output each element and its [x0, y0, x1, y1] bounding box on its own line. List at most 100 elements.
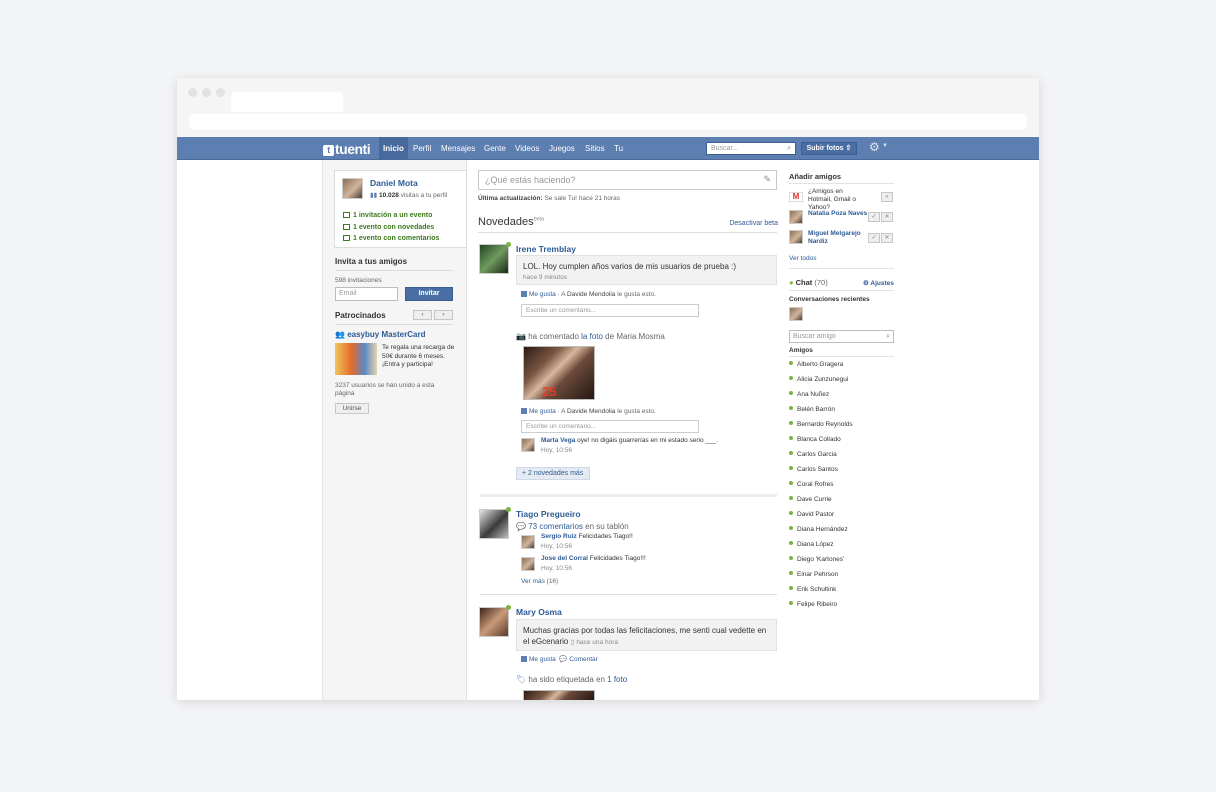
gear-icon[interactable]: ⚙: [869, 140, 880, 154]
friend-item[interactable]: Belén Barrón: [789, 406, 835, 413]
close-icon[interactable]: ✕: [881, 212, 893, 222]
like-button[interactable]: Me gusta: [529, 291, 556, 298]
friend-item[interactable]: Diana López: [789, 541, 834, 548]
accept-icon[interactable]: ✓: [868, 212, 880, 222]
nav-sitios[interactable]: Sitios: [581, 137, 609, 160]
minimize-dot[interactable]: [202, 88, 211, 97]
post-author[interactable]: Mary Osma: [516, 607, 562, 617]
comment-button[interactable]: Comentar: [569, 656, 598, 663]
friend-item[interactable]: Diego 'Kartones': [789, 556, 844, 563]
event-news[interactable]: 1 evento con novedades: [343, 224, 434, 231]
avatar[interactable]: [521, 438, 535, 452]
friend-item[interactable]: Dave Currie: [789, 496, 832, 503]
prev-button[interactable]: ‹: [413, 310, 432, 320]
avatar[interactable]: [342, 178, 363, 199]
browser-chrome: [177, 78, 1039, 137]
search-input[interactable]: Buscar... ⌕: [706, 142, 796, 155]
nav-juegos[interactable]: Juegos: [545, 137, 579, 160]
nav-tu[interactable]: Tu: [610, 137, 627, 160]
tag-icon: 🏷: [516, 675, 527, 684]
friend-item[interactable]: Carlos Santos: [789, 466, 838, 473]
event-comments[interactable]: 1 evento con comentarios: [343, 235, 439, 242]
nav-inicio[interactable]: Inicio: [379, 137, 408, 160]
deactivate-beta-link[interactable]: Desactivar beta: [729, 220, 778, 227]
search-friend-input[interactable]: Buscar amigo ⌕: [789, 330, 894, 343]
ad-text: Te regala una recarga de 50€ durante 6 m…: [382, 344, 455, 368]
chevron-down-icon[interactable]: ▼: [882, 143, 888, 149]
see-more-link[interactable]: Ver más (16): [521, 578, 558, 585]
avatar[interactable]: [479, 607, 509, 637]
profile-name[interactable]: Daniel Mota: [370, 178, 418, 188]
upload-photos-button[interactable]: Subir fotos ⇧: [801, 142, 857, 155]
friend-item[interactable]: Ana Nuñez: [789, 391, 829, 398]
close-dot[interactable]: [188, 88, 197, 97]
avatar[interactable]: [789, 210, 803, 224]
online-icon: [506, 605, 511, 610]
calendar-icon: [343, 224, 350, 230]
avatar[interactable]: [521, 557, 535, 571]
camera-icon: 📷: [516, 332, 526, 341]
online-icon: [506, 242, 511, 247]
reply-author[interactable]: Marta Vega: [541, 437, 575, 444]
like-button[interactable]: Me gusta: [529, 408, 556, 415]
comments-link[interactable]: 73 comentarios: [528, 522, 583, 531]
address-bar[interactable]: [189, 114, 1027, 130]
ad-image[interactable]: [335, 343, 377, 375]
friend-item[interactable]: Diana Hernández: [789, 526, 848, 533]
nav-gente[interactable]: Gente: [480, 137, 510, 160]
avatar[interactable]: [521, 535, 535, 549]
post-author[interactable]: Irene Tremblay: [516, 244, 576, 254]
search-icon[interactable]: ⌕: [787, 143, 791, 154]
friend-item[interactable]: Bernardo Reynolds: [789, 421, 853, 428]
friend-item[interactable]: Erik Schultink: [789, 586, 836, 593]
friend-item[interactable]: Alberto Gragera: [789, 361, 843, 368]
comment-icon: 💬: [559, 656, 568, 663]
invite-button[interactable]: Invitar: [405, 287, 453, 301]
post-photo[interactable]: 25: [523, 346, 595, 400]
browser-tab[interactable]: [231, 92, 343, 112]
close-icon[interactable]: ✕: [881, 233, 893, 243]
nav-perfil[interactable]: Perfil: [409, 137, 435, 160]
post-content: Muchas gracias por todas las felicitacio…: [516, 619, 777, 651]
like-button[interactable]: Me gusta: [529, 656, 556, 663]
chat-settings-link[interactable]: ⚙ Ajustes: [863, 279, 894, 287]
avatar[interactable]: [479, 244, 509, 274]
email-field[interactable]: Email: [335, 287, 398, 301]
pencil-icon[interactable]: ✎: [763, 174, 771, 185]
ad-title[interactable]: 👥 easybuy MasterCard: [335, 330, 425, 339]
accept-icon[interactable]: ✓: [868, 233, 880, 243]
friend-item[interactable]: Felipe Ribeiro: [789, 601, 837, 608]
more-news-button[interactable]: + 2 novedades más: [516, 467, 590, 480]
status-input[interactable]: ¿Qué estás haciendo? ✎: [478, 170, 777, 190]
ad-joined: 3237 usuarios se han unido a esta página: [335, 382, 435, 397]
avatar[interactable]: [789, 230, 803, 244]
next-button[interactable]: ›: [434, 310, 453, 320]
join-button[interactable]: Unirse: [335, 403, 369, 414]
event-invitation[interactable]: 1 invitación a un evento: [343, 212, 432, 219]
nav-mensajes[interactable]: Mensajes: [437, 137, 479, 160]
tuenti-logo[interactable]: t tuenti: [323, 141, 371, 157]
chat-title[interactable]: ● Chat (70): [789, 278, 828, 287]
avatar[interactable]: [479, 509, 509, 539]
friend-item[interactable]: Einar Pehrson: [789, 571, 838, 578]
see-all-link[interactable]: Ver todos: [789, 255, 816, 262]
friend-item[interactable]: Alicia Zunzunegui: [789, 376, 848, 383]
friend-item[interactable]: Carlos Garcia: [789, 451, 837, 458]
search-icon[interactable]: ⌕: [881, 192, 893, 202]
post-author[interactable]: Tiago Pregueiro: [516, 509, 581, 519]
friend-item[interactable]: Coral Rofres: [789, 481, 833, 488]
comment-input[interactable]: Escribe un comentario...: [521, 304, 699, 317]
post-content: LOL. Hoy cumplen años varios de mis usua…: [516, 255, 777, 285]
photo-link[interactable]: la foto: [581, 332, 603, 341]
tagged-photo-link[interactable]: 1 foto: [607, 675, 627, 684]
post-photo[interactable]: [523, 690, 595, 700]
comment-input[interactable]: Escribe un comentario...: [521, 420, 699, 433]
avatar[interactable]: [789, 307, 803, 321]
maximize-dot[interactable]: [216, 88, 225, 97]
friend-item[interactable]: David Pastor: [789, 511, 834, 518]
calendar-icon: [343, 235, 350, 241]
friends-title: Amigos: [789, 347, 813, 354]
invite-count: 598 invitaciones: [335, 277, 382, 284]
friend-item[interactable]: Blanca Collado: [789, 436, 841, 443]
nav-videos[interactable]: Videos: [511, 137, 543, 160]
